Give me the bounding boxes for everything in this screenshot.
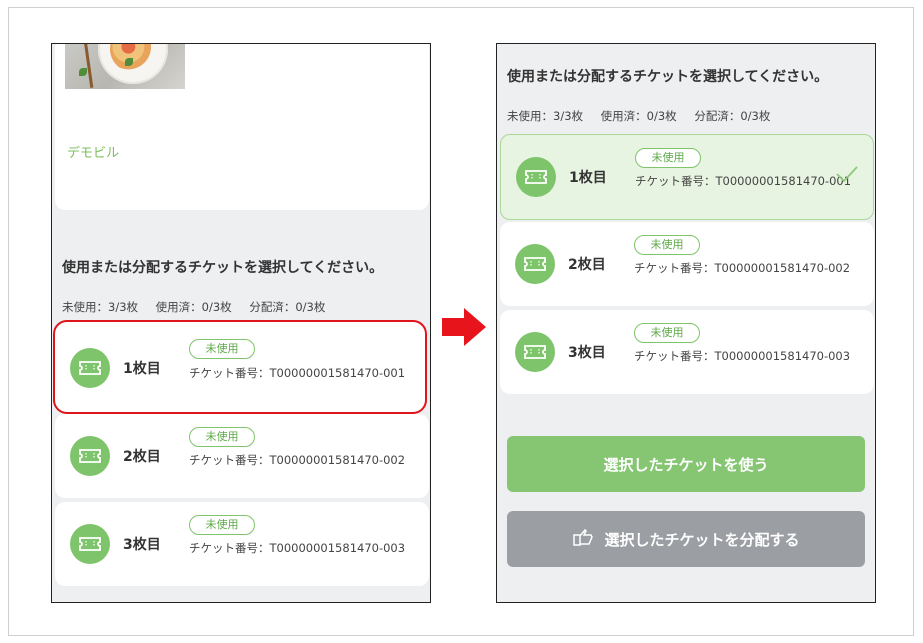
ticket-number: チケット番号：T00000001581470-003 [189, 541, 406, 555]
share-icon [572, 527, 594, 551]
unused-count: 未使用：3/3枚 [507, 109, 584, 123]
ticket-label: 1枚目 [123, 361, 161, 377]
ticket-number: チケット番号：T00000001581470-002 [634, 261, 851, 275]
status-badge: 未使用 [634, 323, 700, 343]
status-badge: 未使用 [189, 515, 255, 535]
ticket-number: チケット番号：T00000001581470-003 [634, 349, 851, 363]
use-ticket-button-label: 選択したチケットを使う [603, 455, 769, 474]
ticket-counts: 未使用：3/3枚 使用済：0/3枚 分配済：0/3枚 [62, 299, 339, 315]
status-badge: 未使用 [634, 235, 700, 255]
ticket-card-3[interactable]: 3枚目 未使用 チケット番号：T00000001581470-003 [500, 310, 874, 394]
ticket-label: 1枚目 [569, 170, 607, 186]
ticket-label: 3枚目 [123, 537, 161, 553]
section-title: 使用または分配するチケットを選択してください。 [507, 69, 829, 85]
ticket-icon [515, 332, 555, 372]
ticket-label: 2枚目 [123, 449, 161, 465]
shop-name[interactable]: デモビル [67, 142, 119, 161]
distribute-ticket-button-label: 選択したチケットを分配する [604, 530, 800, 549]
section-title: 使用または分配するチケットを選択してください。 [62, 260, 384, 276]
use-ticket-button[interactable]: 選択したチケットを使う [507, 436, 865, 492]
status-badge: 未使用 [189, 339, 255, 359]
ticket-card-2[interactable]: 2枚目 未使用 チケット番号：T00000001581470-002 [500, 222, 874, 306]
shop-card[interactable]: デモビル [55, 44, 429, 210]
phone-screen-after: 使用または分配するチケットを選択してください。 未使用：3/3枚 使用済：0/3… [496, 43, 876, 603]
ticket-card-3[interactable]: 3枚目 未使用 チケット番号：T00000001581470-003 [55, 502, 429, 586]
arrow-right-icon [440, 306, 488, 348]
status-badge: 未使用 [189, 427, 255, 447]
checkmark-icon [835, 165, 859, 187]
ticket-icon [516, 157, 556, 197]
ticket-icon [70, 348, 110, 388]
ticket-icon [515, 244, 555, 284]
ticket-label: 2枚目 [568, 257, 606, 273]
status-badge: 未使用 [635, 148, 701, 168]
ticket-card-1[interactable]: 1枚目 未使用 チケット番号：T00000001581470-001 [53, 320, 427, 414]
phone-screen-before: デモビル 使用または分配するチケットを選択してください。 未使用：3/3枚 使用… [51, 43, 431, 603]
distributed-count: 分配済：0/3枚 [249, 300, 326, 314]
ticket-number: チケット番号：T00000001581470-002 [189, 453, 406, 467]
ticket-card-2[interactable]: 2枚目 未使用 チケット番号：T00000001581470-002 [55, 414, 429, 498]
shop-image [65, 44, 185, 89]
used-count: 使用済：0/3枚 [155, 300, 232, 314]
used-count: 使用済：0/3枚 [600, 109, 677, 123]
distribute-ticket-button[interactable]: 選択したチケットを分配する [507, 511, 865, 567]
ticket-counts: 未使用：3/3枚 使用済：0/3枚 分配済：0/3枚 [507, 108, 784, 124]
distributed-count: 分配済：0/3枚 [694, 109, 771, 123]
unused-count: 未使用：3/3枚 [62, 300, 139, 314]
ticket-card-1-selected[interactable]: 1枚目 未使用 チケット番号：T00000001581470-001 [500, 134, 874, 220]
ticket-icon [70, 524, 110, 564]
ticket-icon [70, 436, 110, 476]
ticket-label: 3枚目 [568, 345, 606, 361]
ticket-number: チケット番号：T00000001581470-001 [635, 174, 852, 188]
ticket-number: チケット番号：T00000001581470-001 [189, 366, 406, 380]
